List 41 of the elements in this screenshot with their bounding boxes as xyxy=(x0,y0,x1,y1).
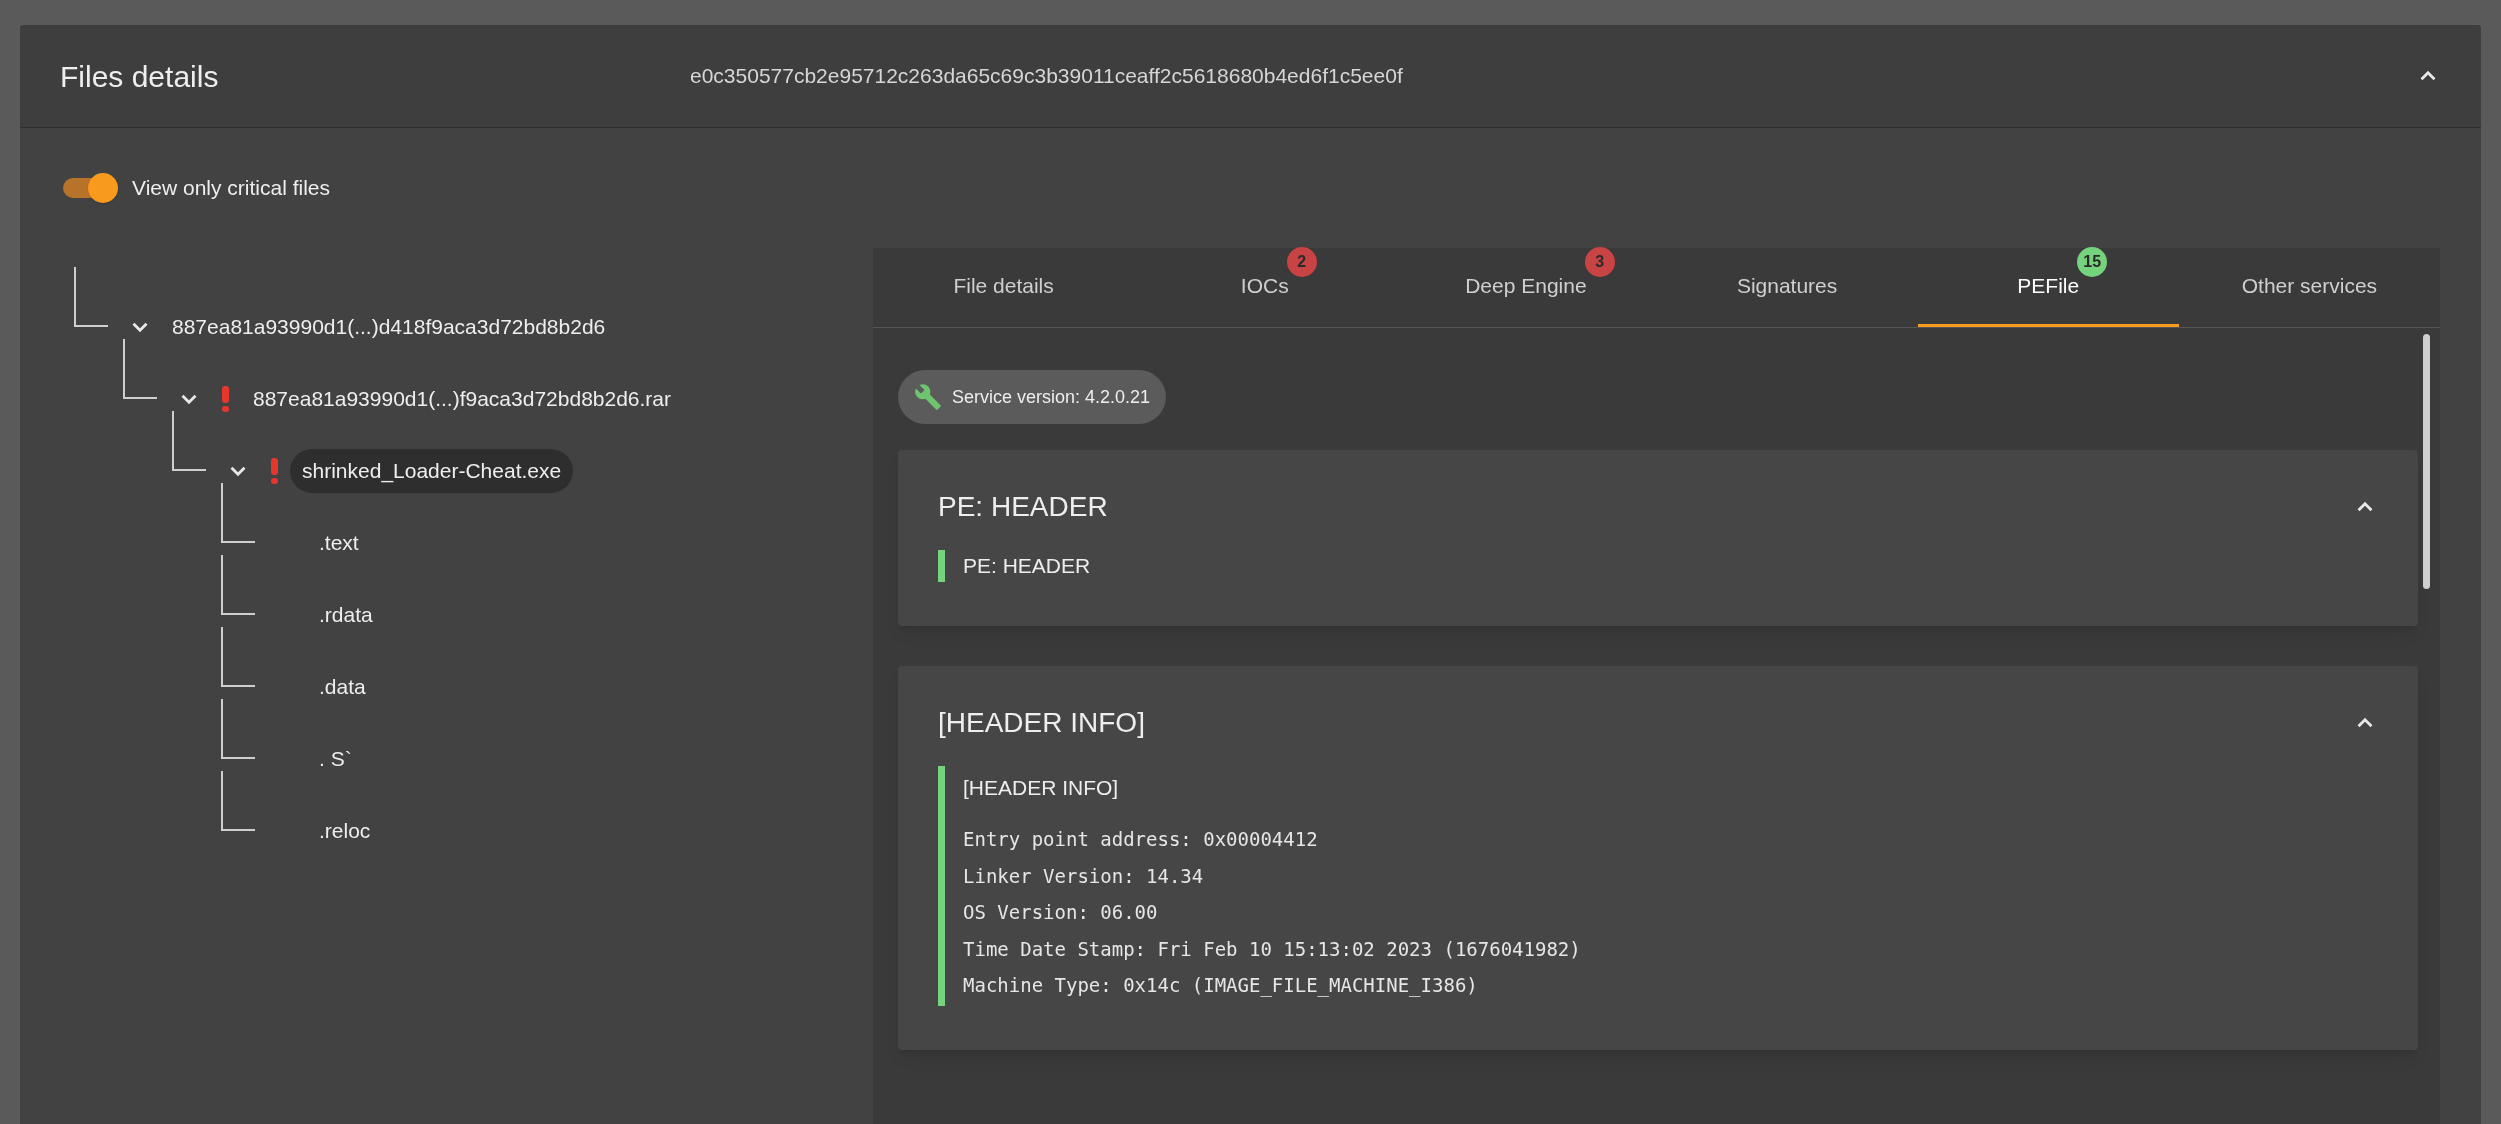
tree-connector-line xyxy=(123,339,157,399)
result-line: OS Version: 06.00 xyxy=(963,900,1159,925)
result-line: Machine Type: 0x14c (IMAGE_FILE_MACHINE_I386) xyxy=(963,973,1479,999)
tree-item[interactable]: .reloc xyxy=(307,809,383,853)
tree-connector-line xyxy=(172,411,206,471)
wrench-icon xyxy=(914,383,942,411)
tree-connector-line xyxy=(221,771,255,831)
service-version-text: Service version: 4.2.0.21 xyxy=(952,385,1151,409)
tree-item[interactable]: .data xyxy=(307,665,378,709)
tree-connector-line xyxy=(221,699,255,759)
tab[interactable]: Deep Engine 3 xyxy=(1395,248,1657,327)
tab[interactable]: Other services xyxy=(2178,248,2441,327)
tree-connector-line xyxy=(221,555,255,615)
result-heading: [HEADER INFO] xyxy=(963,774,1120,801)
tree-connector-line xyxy=(74,267,108,327)
count-badge: 3 xyxy=(1584,247,1615,278)
result-line: Entry point address: 0x00004412 xyxy=(963,827,1319,852)
tab[interactable]: File details xyxy=(873,248,1135,327)
tree-item[interactable]: .text xyxy=(307,521,371,565)
result-heading: PE: HEADER xyxy=(963,553,1091,579)
scrollbar[interactable] xyxy=(2423,334,2430,589)
count-badge: 2 xyxy=(1286,247,1317,278)
tree-item[interactable]: shrinked_Loader-Cheat.exe xyxy=(290,449,574,493)
tab[interactable]: PEFile 15 xyxy=(1917,248,2179,327)
result-line: Time Date Stamp: Fri Feb 10 15:13:02 2023 (1676041982) xyxy=(963,936,1581,962)
tree-item[interactable]: 887ea81a93990d1(...)d418f9aca3d72bd8b2d6 xyxy=(160,305,618,349)
section-title: PE: HEADER xyxy=(938,490,1108,524)
tree-connector-line xyxy=(221,627,255,687)
tree-item[interactable]: 887ea81a93990d1(...)f9aca3d72bd8b2d6.rar xyxy=(241,377,684,421)
result-marker-bar xyxy=(938,550,945,582)
tree-connector-line xyxy=(221,483,255,543)
section-title: [HEADER INFO] xyxy=(938,705,1145,740)
toggle-label: View only critical files xyxy=(132,175,330,202)
tree-item[interactable]: .rdata xyxy=(307,593,385,637)
tab[interactable]: Signatures xyxy=(1656,248,1918,327)
result-line: Linker Version: 14.34 xyxy=(963,863,1205,889)
tab[interactable]: IOCs 2 xyxy=(1134,248,1396,327)
tree-item[interactable]: . S` xyxy=(307,737,364,781)
count-badge: 15 xyxy=(2077,247,2108,278)
panel-title: Files details xyxy=(60,58,220,95)
file-hash: e0c350577cb2e95712c263da65c69c3b39011ceaff2c5618680b4ed6f1c5ee0f xyxy=(690,63,1404,90)
